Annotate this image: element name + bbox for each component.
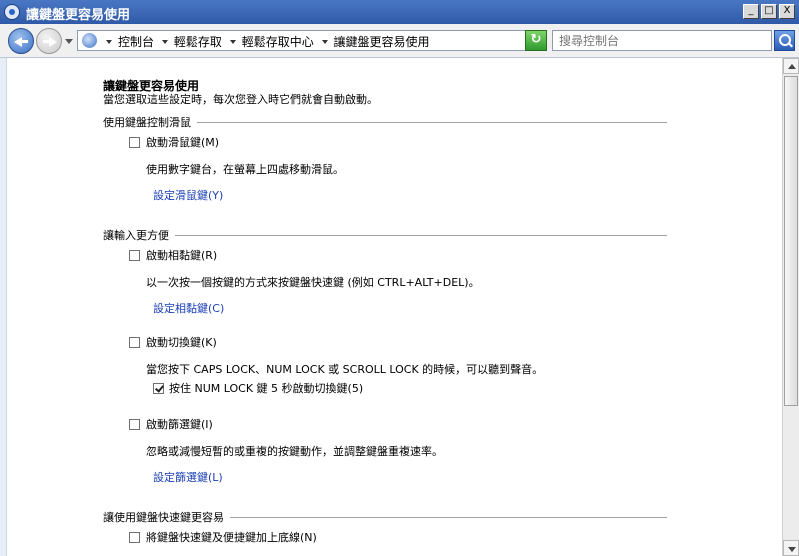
window-title: 讓鍵盤更容易使用: [26, 8, 131, 23]
address-box[interactable]: 控制台 輕鬆存取 輕鬆存取中心 讓鍵盤更容易使用: [77, 30, 547, 51]
section-heading: 讓輸入更方便: [103, 229, 169, 242]
recent-pages-dropdown-icon[interactable]: [65, 39, 73, 44]
togglekeys-hold-label[interactable]: 按住 NUM LOCK 鍵 5 秒啟動切換鍵(5): [169, 380, 363, 396]
breadcrumb-separator-icon[interactable]: [161, 39, 168, 44]
setup-stickykeys-link[interactable]: 設定相黏鍵(C): [153, 300, 224, 316]
section-heading: 讓使用鍵盤快速鍵更容易: [103, 511, 224, 524]
section-divider: [175, 234, 667, 236]
back-button[interactable]: [8, 28, 34, 54]
search-input[interactable]: [552, 30, 772, 51]
search-button[interactable]: [774, 30, 795, 51]
togglekeys-description: 當您按下 CAPS LOCK、NUM LOCK 或 SCROLL LOCK 的時…: [146, 363, 544, 376]
breadcrumb-separator-icon[interactable]: [229, 39, 236, 44]
vertical-scrollbar[interactable]: [782, 58, 799, 556]
mousekeys-description: 使用數字鍵台，在螢幕上四處移動滑鼠。: [146, 163, 344, 176]
section-divider: [230, 516, 667, 518]
section-mouse-heading: 使用鍵盤控制滑鼠: [103, 114, 667, 130]
setup-mousekeys-link[interactable]: 設定滑鼠鍵(Y): [153, 187, 223, 203]
control-panel-icon: [4, 4, 20, 20]
filterkeys-label[interactable]: 啟動篩選鍵(I): [146, 416, 213, 432]
togglekeys-label[interactable]: 啟動切換鍵(K): [146, 334, 217, 350]
breadcrumb-control-panel[interactable]: 控制台: [118, 35, 154, 49]
filterkeys-description: 忽略或減慢短暫的或重複的按鍵動作，並調整鍵盤重複速率。: [146, 445, 443, 458]
breadcrumb-separator-icon[interactable]: [106, 39, 112, 44]
section-shortcuts-heading: 讓使用鍵盤快速鍵更容易: [103, 509, 667, 525]
scroll-down-arrow-icon: [788, 547, 796, 552]
scroll-up-arrow-icon: [788, 64, 796, 69]
page-subtitle: 當您選取這些設定時，每次您登入時它們就會自動啟動。: [103, 93, 378, 106]
stickykeys-description: 以一次按一個按鍵的方式來按鍵盤快速鍵 (例如 CTRL+ALT+DEL)。: [146, 276, 480, 289]
breadcrumb-current[interactable]: 讓鍵盤更容易使用: [334, 35, 430, 49]
section-typing-heading: 讓輸入更方便: [103, 227, 667, 243]
left-pane-edge: [0, 58, 7, 556]
control-panel-icon: [82, 33, 97, 48]
section-heading: 使用鍵盤控制滑鼠: [103, 116, 191, 129]
setup-filterkeys-link[interactable]: 設定篩選鍵(L): [153, 469, 223, 485]
togglekeys-hold-checkbox[interactable]: [153, 383, 164, 394]
refresh-button[interactable]: ↻: [525, 30, 547, 51]
breadcrumb-ease-of-access[interactable]: 輕鬆存取: [174, 35, 222, 49]
section-divider: [197, 121, 667, 123]
filterkeys-checkbox[interactable]: [129, 419, 140, 430]
underline-shortcuts-label[interactable]: 將鍵盤快速鍵及便捷鍵加上底線(N): [146, 529, 317, 545]
title-bar: 讓鍵盤更容易使用 _ □ X: [0, 0, 799, 24]
minimize-button[interactable]: _: [743, 4, 759, 19]
maximize-button[interactable]: □: [761, 4, 777, 19]
scroll-up-button[interactable]: [783, 58, 799, 74]
forward-button[interactable]: [36, 28, 62, 54]
scroll-thumb[interactable]: [784, 76, 798, 406]
breadcrumb: 控制台 輕鬆存取 輕鬆存取中心 讓鍵盤更容易使用: [102, 33, 430, 50]
stickykeys-checkbox[interactable]: [129, 250, 140, 261]
breadcrumb-ease-of-access-center[interactable]: 輕鬆存取中心: [242, 35, 314, 49]
togglekeys-checkbox[interactable]: [129, 337, 140, 348]
underline-shortcuts-checkbox[interactable]: [129, 532, 140, 543]
scroll-down-button[interactable]: [783, 540, 799, 556]
mousekeys-label[interactable]: 啟動滑鼠鍵(M): [146, 134, 219, 150]
mousekeys-checkbox[interactable]: [129, 137, 140, 148]
breadcrumb-separator-icon[interactable]: [321, 39, 328, 44]
close-button[interactable]: X: [779, 4, 795, 19]
address-toolbar: 控制台 輕鬆存取 輕鬆存取中心 讓鍵盤更容易使用 ↻: [0, 24, 799, 58]
stickykeys-label[interactable]: 啟動相黏鍵(R): [146, 247, 217, 263]
main-content: 讓鍵盤更容易使用 當您選取這些設定時，每次您登入時它們就會自動啟動。 使用鍵盤控…: [7, 58, 782, 556]
